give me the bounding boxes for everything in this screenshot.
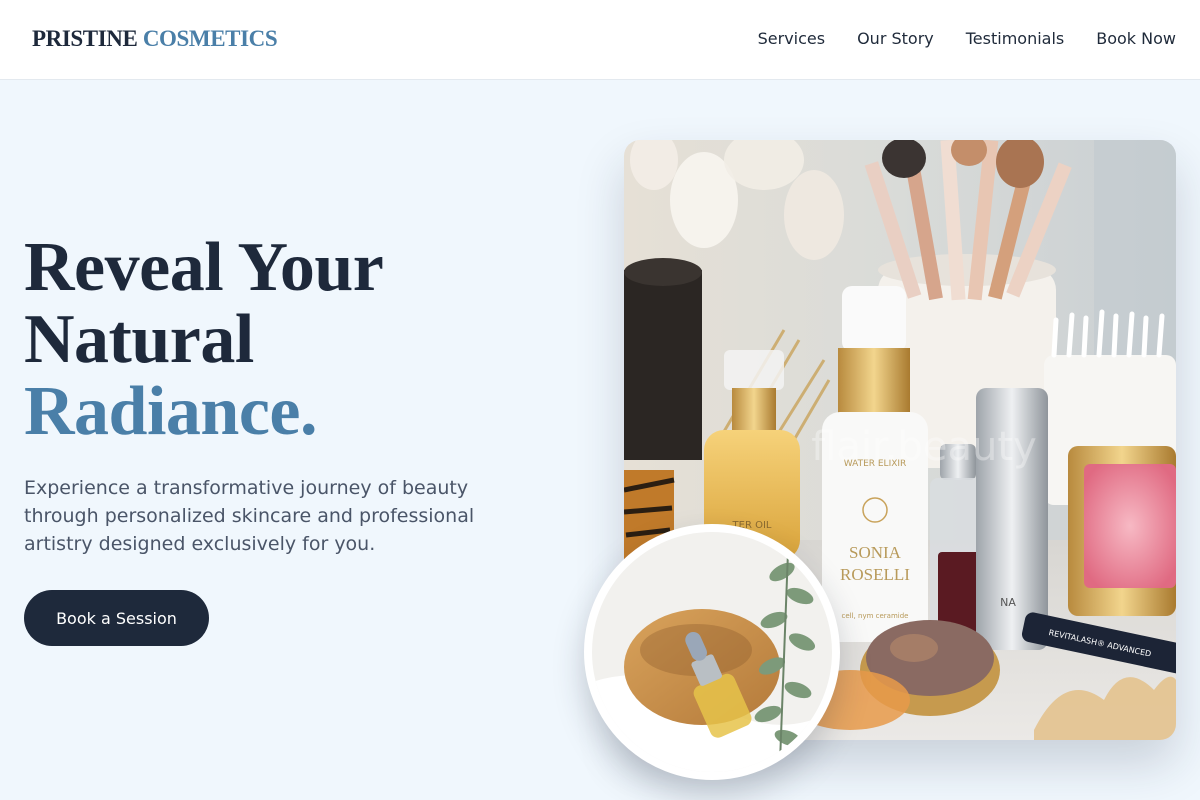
- svg-text:ROSELLI: ROSELLI: [840, 565, 910, 584]
- hero-title-line-1: Reveal Your: [24, 229, 384, 306]
- serum-inset-photo: [584, 524, 840, 780]
- svg-text:flair.beauty: flair.beauty: [811, 424, 1037, 470]
- book-session-button[interactable]: Book a Session: [24, 590, 209, 646]
- hero-title-accent: Radiance.: [24, 373, 318, 450]
- nav-link-testimonials[interactable]: Testimonials: [966, 29, 1065, 48]
- hero-subtitle: Experience a transformative journey of b…: [24, 477, 475, 555]
- svg-text:NA: NA: [1000, 596, 1016, 609]
- brand-name: PRISTINE: [32, 26, 138, 51]
- hero-title-line-2: Natural: [24, 301, 254, 378]
- site-header: PRISTINE COSMETICS Services Our Story Te…: [0, 0, 1200, 80]
- nav-link-our-story[interactable]: Our Story: [857, 29, 934, 48]
- nav-link-book-now[interactable]: Book Now: [1096, 29, 1176, 48]
- serum-dropper-image: [592, 532, 832, 772]
- brand-logo[interactable]: PRISTINE COSMETICS: [32, 26, 278, 52]
- hero-title: Reveal Your Natural Radiance.: [24, 229, 384, 450]
- svg-text:cell, nym ceramide: cell, nym ceramide: [842, 612, 909, 620]
- main-nav: Services Our Story Testimonials Book Now: [758, 29, 1176, 48]
- svg-text:SONIA: SONIA: [849, 543, 902, 562]
- nav-link-services[interactable]: Services: [758, 29, 825, 48]
- brand-name-accent: COSMETICS: [142, 26, 278, 51]
